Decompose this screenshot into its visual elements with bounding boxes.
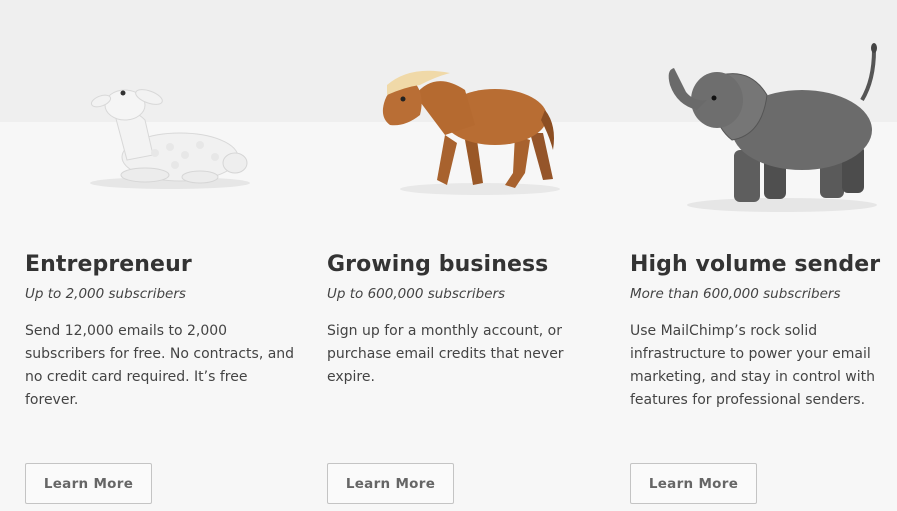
plan-description: Send 12,000 emails to 2,000 subscribers …: [25, 323, 295, 408]
plan-growing-business: Growing business Up to 600,000 subscribe…: [327, 0, 617, 511]
plan-description: Sign up for a monthly account, or purcha…: [327, 323, 564, 385]
plan-entrepreneur: Entrepreneur Up to 2,000 subscribers Sen…: [25, 0, 315, 511]
lamb-figurine-image: [90, 89, 250, 189]
pricing-plans: Entrepreneur Up to 2,000 subscribers Sen…: [0, 0, 897, 511]
learn-more-button[interactable]: Learn More: [25, 463, 152, 504]
plan-title: Growing business: [327, 252, 549, 277]
learn-more-button[interactable]: Learn More: [327, 463, 454, 504]
plan-high-volume-sender: High volume sender More than 600,000 sub…: [630, 0, 897, 511]
elephant-figurine-image: [668, 43, 877, 212]
plan-title: Entrepreneur: [25, 252, 192, 277]
plan-subtitle: Up to 2,000 subscribers: [25, 286, 186, 302]
plan-subtitle: Up to 600,000 subscribers: [327, 286, 506, 302]
learn-more-button[interactable]: Learn More: [630, 463, 757, 504]
plan-title: High volume sender: [630, 252, 881, 277]
plan-description: Use MailChimp’s rock solid infrastructur…: [630, 323, 876, 408]
plan-subtitle: More than 600,000 subscribers: [630, 286, 841, 302]
pony-figurine-image: [382, 70, 560, 195]
